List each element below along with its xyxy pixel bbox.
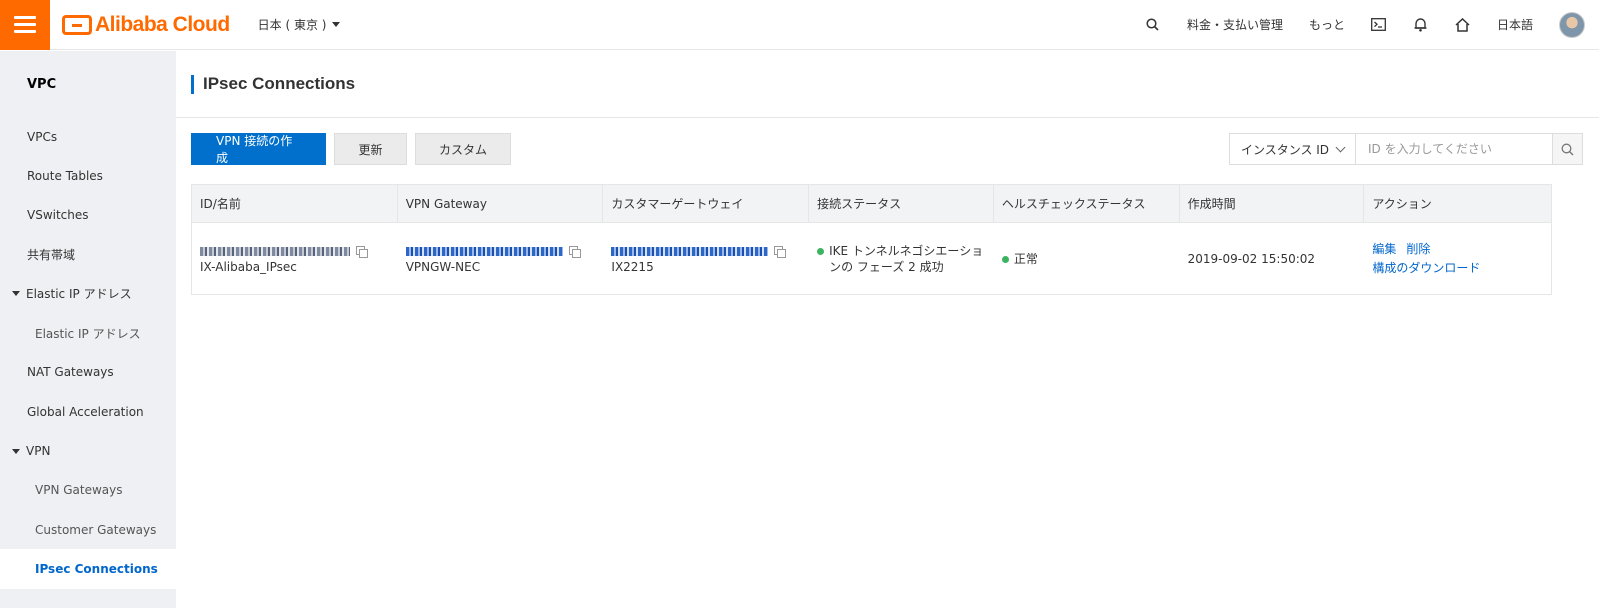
table-row: IX-Alibaba_IPsec VPNGW-NEC IX2215 IKE トン… <box>192 223 1551 294</box>
status-dot-icon <box>817 247 825 255</box>
sidebar-title: VPC <box>27 76 57 92</box>
sidebar-item-label: Customer Gateways <box>35 522 157 537</box>
sidebar-item-shared-bandwidth[interactable]: 共有帯域 <box>0 235 176 274</box>
toolbar: VPN 接続の作成 更新 カスタム インスタンス ID <box>191 133 1583 165</box>
create-vpn-connection-button[interactable]: VPN 接続の作成 <box>191 133 326 165</box>
sidebar-item-label: VPCs <box>27 129 58 144</box>
home-icon[interactable] <box>1455 17 1471 33</box>
column-header: VPN Gateway <box>398 185 604 222</box>
download-config-link[interactable]: 構成のダウンロード <box>1372 259 1480 278</box>
redacted-vpn-gateway-id-link[interactable] <box>405 247 563 256</box>
search-button[interactable] <box>1552 134 1582 164</box>
sidebar-item-ipsec-connections[interactable]: IPsec Connections <box>0 549 176 589</box>
sidebar-item-vswitches[interactable]: VSwitches <box>0 196 176 235</box>
more-menu[interactable]: もっと <box>1309 16 1345 33</box>
page-title: IPsec Connections <box>203 74 356 93</box>
sidebar-item-nat-gateways[interactable]: NAT Gateways <box>0 353 176 392</box>
ipsec-connections-table: ID/名前 VPN Gateway カスタマーゲートウェイ 接続ステータス ヘル… <box>191 184 1552 295</box>
sidebar-item-elastic-ip[interactable]: Elastic IP アドレス <box>0 313 176 352</box>
terminal-icon[interactable] <box>1371 17 1387 33</box>
cell-customer-gateway: IX2215 <box>603 223 809 294</box>
sidebar-item-label: VPN <box>26 444 51 459</box>
sidebar-item-vpn-gateways[interactable]: VPN Gateways <box>0 471 176 510</box>
redacted-id <box>200 247 350 256</box>
cell-id-name: IX-Alibaba_IPsec <box>192 223 398 294</box>
sidebar-item-customer-gateways[interactable]: Customer Gateways <box>0 510 176 549</box>
sidebar-item-route-tables[interactable]: Route Tables <box>0 156 176 195</box>
connection-status-text: IKE トンネルネゴシエーションの フェーズ 2 成功 <box>829 243 984 274</box>
sidebar-group-vpn[interactable]: VPN <box>0 431 176 470</box>
cell-created-time: 2019-09-02 15:50:02 <box>1180 223 1365 294</box>
search-icon <box>1561 143 1574 155</box>
sidebar-item-global-acceleration[interactable]: Global Acceleration <box>0 392 176 431</box>
copy-icon[interactable] <box>568 246 581 258</box>
health-status-text: 正常 <box>1013 251 1038 266</box>
customer-gateway-name: IX2215 <box>611 259 654 274</box>
column-header: カスタマーゲートウェイ <box>603 185 810 222</box>
column-header: 接続ステータス <box>809 185 994 222</box>
top-bar: Alibaba Cloud 日本 ( 東京 ) 料金・支払い管理 もっと 日本語 <box>0 0 1599 50</box>
sidebar-item-label: Elastic IP アドレス <box>26 287 132 302</box>
sidebar-item-label: NAT Gateways <box>27 365 114 380</box>
sidebar-item-label: Elastic IP アドレス <box>35 326 141 341</box>
title-accent-bar <box>191 74 194 94</box>
delete-link[interactable]: 削除 <box>1406 240 1430 259</box>
brand-name: Alibaba Cloud <box>95 12 230 36</box>
cell-vpn-gateway: VPNGW-NEC <box>398 223 604 294</box>
edit-link[interactable]: 編集 <box>1372 240 1396 259</box>
copy-icon[interactable] <box>356 246 368 258</box>
table-header: ID/名前 VPN Gateway カスタマーゲートウェイ 接続ステータス ヘル… <box>192 185 1551 223</box>
chevron-down-icon <box>1335 142 1346 152</box>
search-box: インスタンス ID <box>1229 133 1583 165</box>
main-content: IPsec Connections VPN 接続の作成 更新 カスタム インスタ… <box>176 51 1599 608</box>
search-field-label: インスタンス ID <box>1240 142 1330 157</box>
caret-down-icon <box>332 22 341 27</box>
billing-link[interactable]: 料金・支払い管理 <box>1187 16 1283 33</box>
column-header: 作成時間 <box>1180 185 1365 222</box>
redacted-customer-gateway-id-link[interactable] <box>611 247 769 256</box>
refresh-button[interactable]: 更新 <box>334 133 407 165</box>
search-icon[interactable] <box>1145 17 1161 33</box>
status-dot-icon <box>1001 255 1009 263</box>
alibaba-logo-icon <box>62 14 92 35</box>
language-selector[interactable]: 日本語 <box>1497 16 1533 33</box>
column-header: ヘルスチェックステータス <box>994 185 1180 222</box>
search-field-select[interactable]: インスタンス ID <box>1230 134 1356 164</box>
connection-name: IX-Alibaba_IPsec <box>200 259 297 274</box>
sidebar-item-vpcs[interactable]: VPCs <box>0 117 176 156</box>
bell-icon[interactable] <box>1413 17 1429 33</box>
cell-actions: 編集 削除 構成のダウンロード <box>1364 223 1551 294</box>
sidebar-item-label: 共有帯域 <box>27 248 76 263</box>
copy-icon[interactable] <box>774 246 787 258</box>
created-time: 2019-09-02 15:50:02 <box>1187 251 1316 266</box>
sidebar-item-label: Global Acceleration <box>27 404 144 419</box>
custom-button[interactable]: カスタム <box>415 133 511 165</box>
search-input[interactable] <box>1356 134 1552 164</box>
column-header: アクション <box>1372 197 1432 211</box>
cell-health-status: 正常 <box>994 223 1180 294</box>
region-selector[interactable]: 日本 ( 東京 ) <box>258 16 341 33</box>
cell-connection-status: IKE トンネルネゴシエーションの フェーズ 2 成功 <box>809 223 994 294</box>
sidebar: VPC VPCs Route Tables VSwitches 共有帯域 Ela… <box>0 51 176 608</box>
caret-down-icon <box>12 291 20 297</box>
caret-down-icon <box>12 448 20 454</box>
user-avatar[interactable] <box>1559 11 1585 38</box>
hamburger-menu-icon[interactable] <box>0 0 50 50</box>
alibaba-cloud-logo[interactable]: Alibaba Cloud <box>62 13 230 37</box>
sidebar-item-label: Route Tables <box>27 168 103 183</box>
sidebar-item-label: VPN Gateways <box>35 483 123 498</box>
column-header: ID/名前 <box>192 185 398 222</box>
vpn-gateway-name: VPNGW-NEC <box>405 259 481 274</box>
region-label: 日本 ( 東京 ) <box>257 18 327 32</box>
sidebar-group-elastic-ip[interactable]: Elastic IP アドレス <box>0 274 176 313</box>
sidebar-item-label: IPsec Connections <box>35 561 158 576</box>
page-header: IPsec Connections <box>176 51 1599 118</box>
sidebar-item-label: VSwitches <box>27 208 89 223</box>
